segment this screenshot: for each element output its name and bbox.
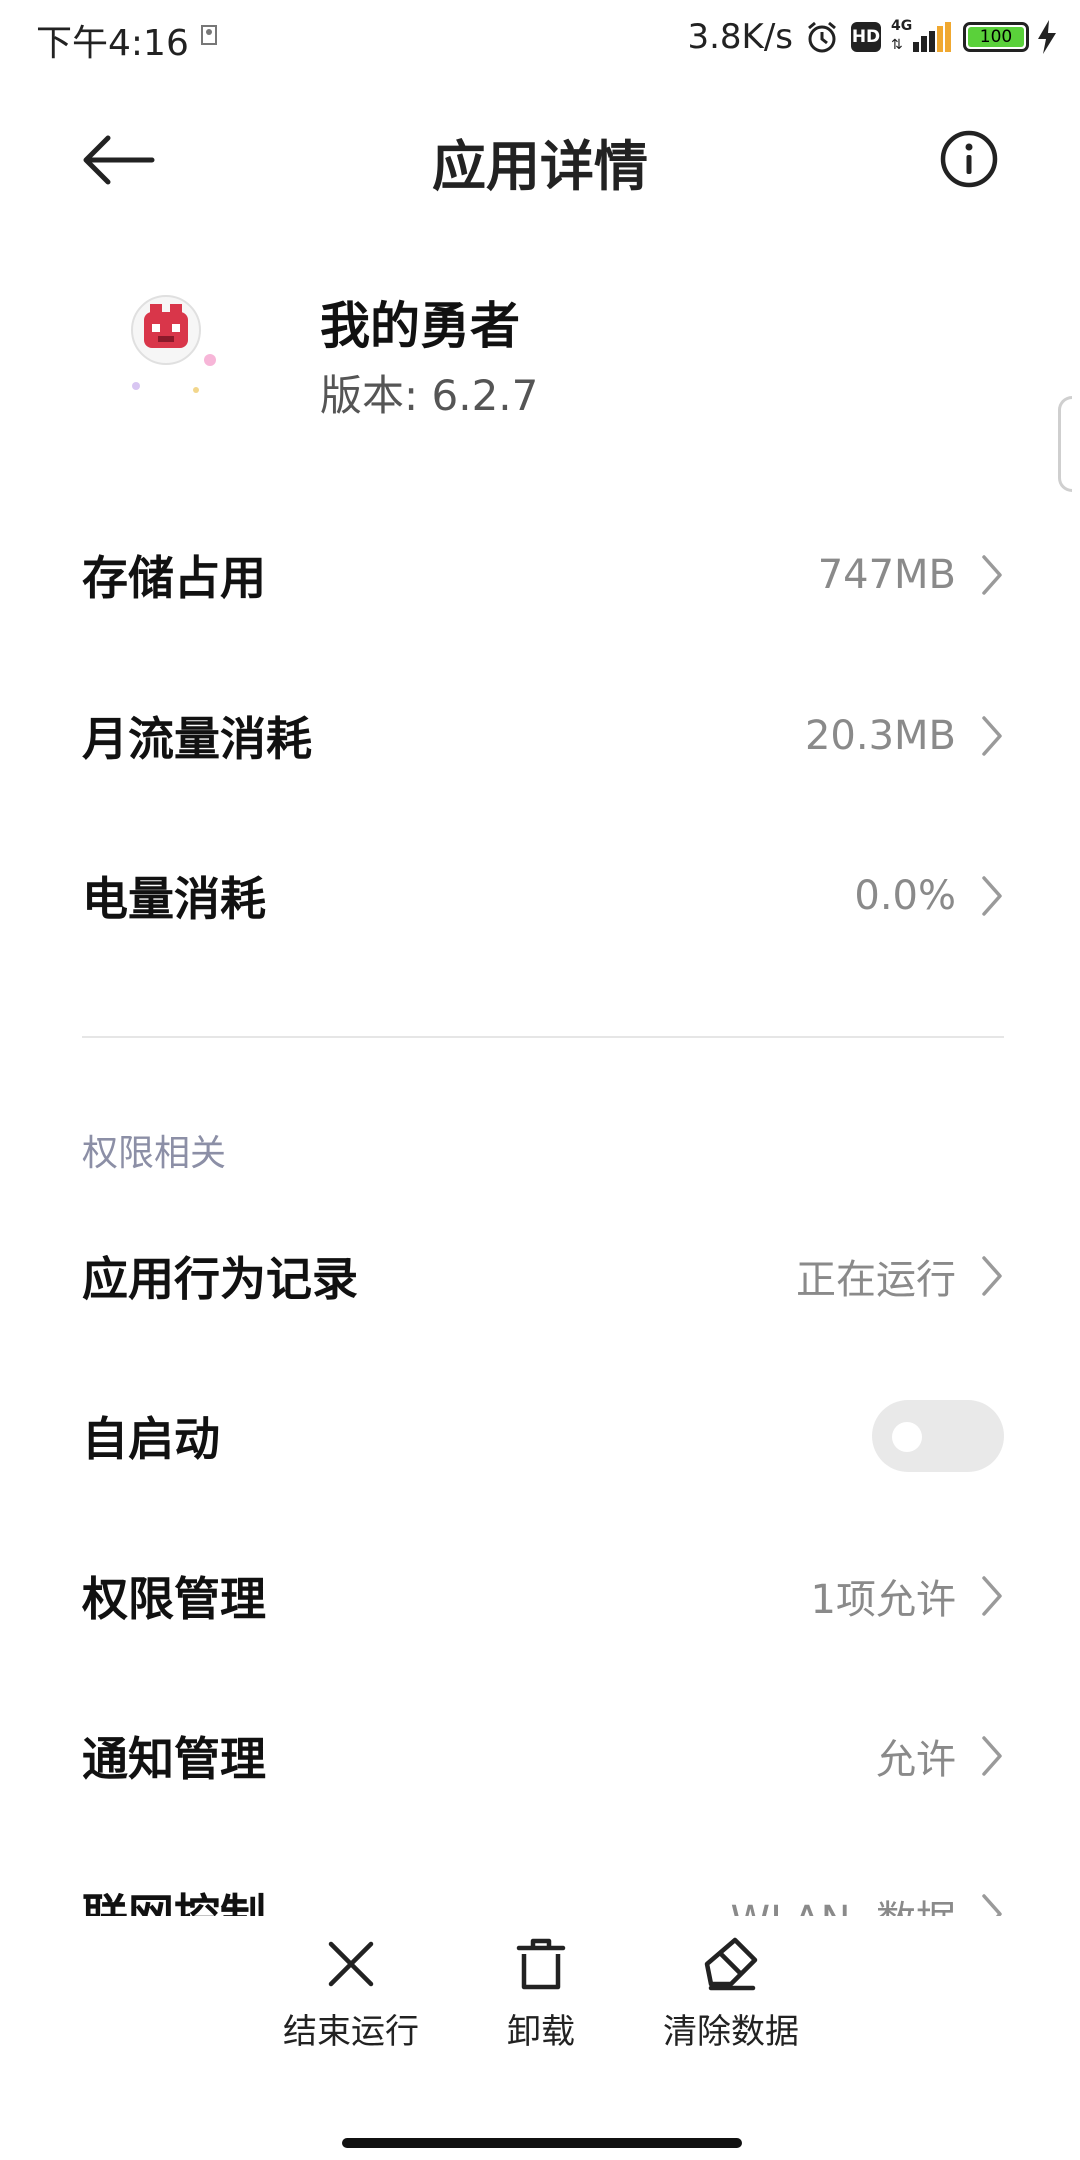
action-label: 清除数据 — [663, 2012, 799, 2052]
row-value: 20.3MB — [804, 713, 956, 759]
chevron-right-icon — [982, 1256, 1002, 1296]
network-type: 4G — [891, 18, 913, 34]
notification-icon — [201, 25, 217, 45]
row-label: 通知管理 — [82, 1732, 266, 1786]
row-label: 联网控制 — [82, 1889, 266, 1916]
battery-level: 100 — [968, 27, 1024, 47]
row-label: 自启动 — [82, 1412, 220, 1466]
chevron-right-icon — [982, 716, 1002, 756]
app-icon — [131, 295, 216, 393]
edge-drawer-handle[interactable] — [1058, 396, 1072, 492]
section-divider — [82, 1036, 1004, 1038]
chevron-right-icon — [982, 555, 1002, 595]
permission-management-row[interactable]: 权限管理 1项允许 — [0, 1526, 1080, 1666]
section-title: 权限相关 — [82, 1133, 227, 1174]
row-value: 747MB — [817, 552, 956, 598]
row-label: 应用行为记录 — [82, 1252, 358, 1306]
toggle-knob — [892, 1422, 922, 1452]
action-label: 结束运行 — [283, 2012, 419, 2052]
charging-icon — [1038, 20, 1056, 54]
storage-row[interactable]: 存储占用 747MB — [0, 505, 1080, 645]
signal-icon: 4G ⇅ — [891, 18, 953, 56]
status-bar: 下午4:16 3.8K/s HD 4G ⇅ 100 — [0, 0, 1080, 80]
uninstall-button[interactable]: 卸载 — [456, 1916, 626, 2056]
row-label: 电量消耗 — [82, 872, 266, 926]
bottom-action-bar: 结束运行 卸载 清除数据 — [0, 1916, 1080, 2160]
row-value: 正在运行 — [796, 1257, 956, 1303]
app-header: 应用详情 — [0, 100, 1080, 220]
trash-icon — [516, 1938, 566, 1990]
row-label: 月流量消耗 — [82, 712, 312, 766]
row-label: 存储占用 — [82, 551, 266, 605]
autostart-row: 自启动 — [0, 1366, 1080, 1506]
data-usage-row[interactable]: 月流量消耗 20.3MB — [0, 666, 1080, 806]
page-title: 应用详情 — [432, 135, 648, 198]
clear-data-button[interactable]: 清除数据 — [646, 1916, 816, 2056]
app-name: 我的勇者 — [320, 297, 520, 355]
hd-voice-icon: HD — [851, 22, 881, 52]
app-behavior-row[interactable]: 应用行为记录 正在运行 — [0, 1206, 1080, 1346]
battery-usage-row[interactable]: 电量消耗 0.0% — [0, 826, 1080, 966]
notification-management-row[interactable]: 通知管理 允许 — [0, 1686, 1080, 1826]
status-time: 下午4:16 — [36, 23, 189, 64]
home-indicator[interactable] — [342, 2138, 742, 2148]
chevron-right-icon — [982, 1894, 1002, 1916]
chevron-right-icon — [982, 876, 1002, 916]
eraser-icon — [704, 1937, 758, 1991]
net-speed: 3.8K/s — [687, 17, 793, 57]
battery-icon: 100 — [963, 22, 1029, 52]
network-control-row[interactable]: 联网控制 WLAN, 数据 — [0, 1856, 1080, 1916]
chevron-right-icon — [982, 1576, 1002, 1616]
chevron-right-icon — [982, 1736, 1002, 1776]
row-value: 允许 — [876, 1737, 956, 1783]
row-value: 1项允许 — [810, 1577, 956, 1623]
close-icon — [328, 1941, 374, 1987]
info-icon[interactable] — [938, 128, 1000, 190]
autostart-toggle[interactable] — [872, 1400, 1004, 1472]
force-stop-button[interactable]: 结束运行 — [266, 1916, 436, 2056]
row-value: WLAN, 数据 — [731, 1888, 956, 1916]
action-label: 卸载 — [507, 2012, 575, 2052]
app-version: 版本: 6.2.7 — [320, 371, 539, 420]
alarm-icon — [803, 18, 841, 56]
row-label: 权限管理 — [82, 1572, 266, 1626]
row-value: 0.0% — [854, 873, 956, 919]
